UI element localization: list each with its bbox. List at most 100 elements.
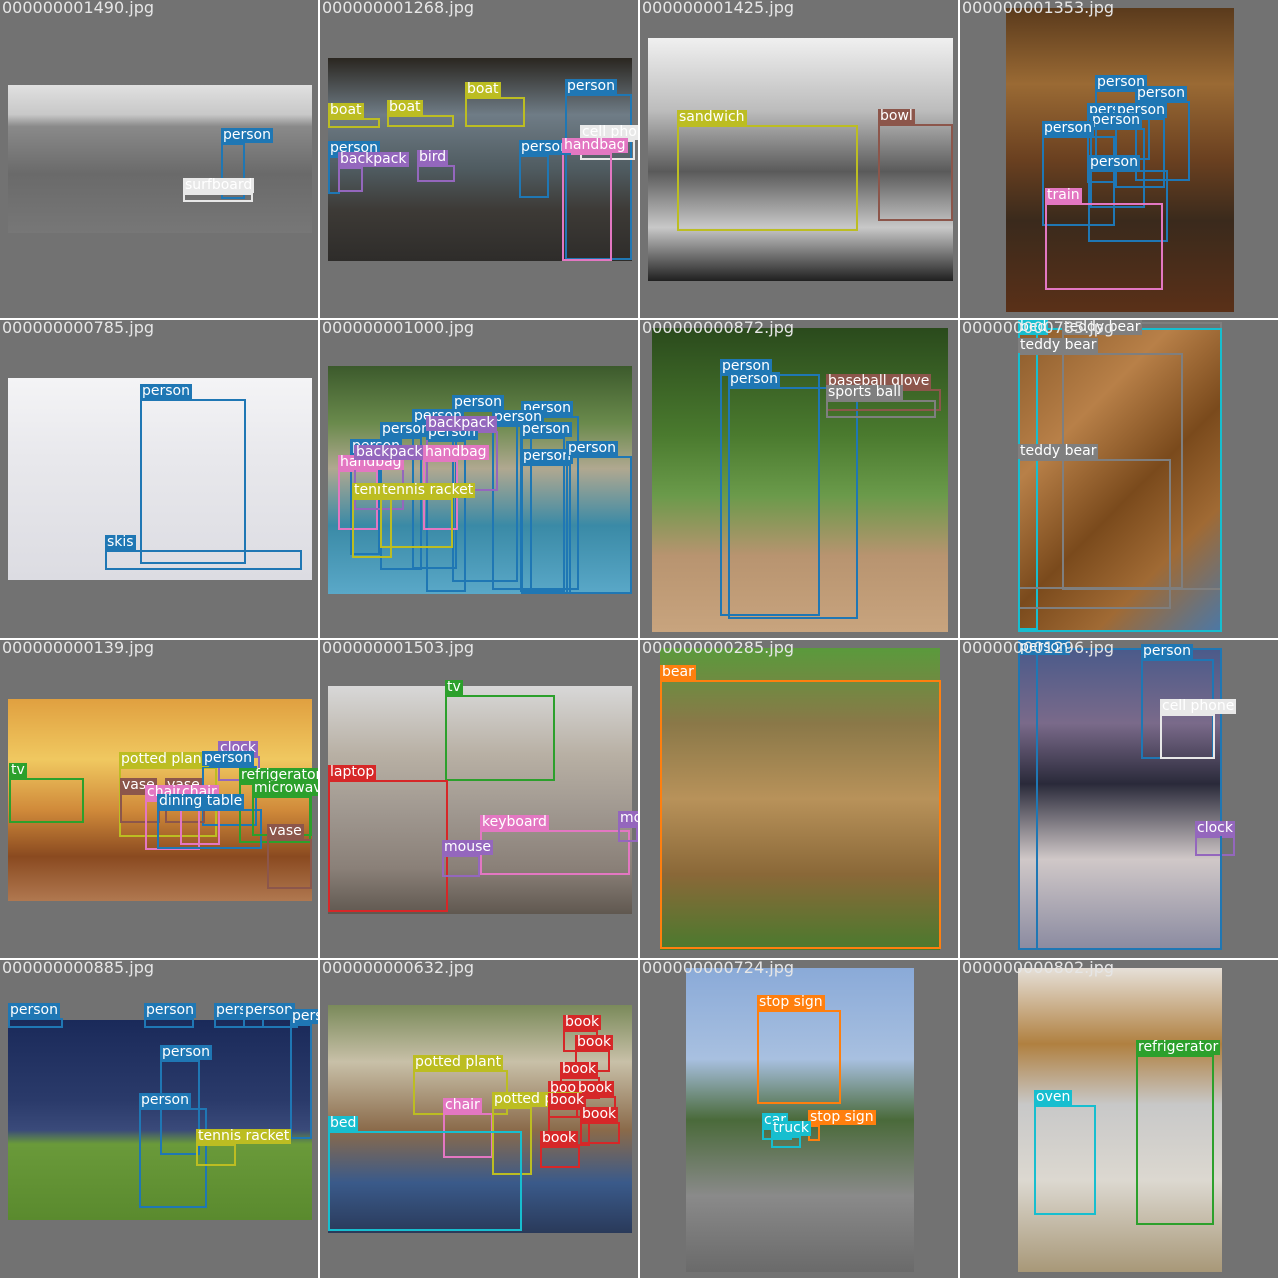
- detection-label: person: [290, 1009, 318, 1024]
- detection-box: [387, 115, 454, 127]
- detection-box: [566, 456, 632, 594]
- detection-label: mouse: [618, 811, 638, 826]
- detection-box: [480, 830, 630, 875]
- detection-label: dining table: [157, 793, 245, 809]
- detection-box: [660, 680, 941, 949]
- detection-label: surfboard: [183, 177, 255, 193]
- detection-label: tennis racket: [196, 1128, 292, 1144]
- image-tile: 000000001000.jpg person person person person…: [320, 320, 638, 638]
- detection-box: [157, 809, 262, 849]
- detection-box: [183, 193, 253, 202]
- detection-box: [1018, 328, 1222, 632]
- detection-label: person: [202, 750, 254, 766]
- detection-label: person: [566, 440, 618, 456]
- detection-label: mouse: [442, 839, 493, 855]
- detection-label: person: [160, 1044, 212, 1060]
- detection-box: [826, 400, 936, 418]
- detection-label: keyboard: [480, 814, 549, 830]
- detection-box: [380, 498, 453, 548]
- detection-box: [519, 155, 549, 198]
- image-tile: 000000001490.jpg person surfboard: [0, 0, 318, 318]
- image-tile: 000000000724.jpg stop sign stop sign car tru…: [640, 960, 958, 1278]
- image-tile: 000000001425.jpg sandwich bowl: [640, 0, 958, 318]
- detection-label: vase: [267, 823, 304, 839]
- detection-label: sports ball: [826, 384, 903, 400]
- image-tile: 000000000285.jpg bear: [640, 640, 958, 958]
- image-tile: 000000000885.jpg person person person person…: [0, 960, 318, 1278]
- detection-box: [465, 97, 525, 127]
- detection-box: [1018, 648, 1222, 950]
- image-tile: 000000000785.jpgbedteddy bearteddy beart…: [960, 320, 1278, 638]
- detection-label: book: [575, 1034, 614, 1050]
- image-tile: 000000001353.jpg person person person person…: [960, 0, 1278, 318]
- detection-label: teddy bear: [1018, 337, 1099, 353]
- detection-box: [140, 399, 246, 564]
- filename-label: 000000000632.jpg: [322, 960, 474, 977]
- detection-label: bed: [328, 1115, 359, 1131]
- filename-label: 000000001425.jpg: [642, 0, 794, 17]
- detection-label: backpack: [354, 444, 425, 460]
- detection-label: person: [1141, 643, 1193, 659]
- detection-box: [757, 1010, 841, 1104]
- detection-label: backpack: [426, 415, 497, 431]
- filename-label: 000000000285.jpg: [642, 640, 794, 657]
- detection-box: [521, 464, 571, 594]
- detection-box: [338, 167, 363, 192]
- detection-label: bird: [417, 149, 449, 165]
- detection-label: boat: [465, 81, 501, 97]
- image-tile: 000000000785.jpg person skis: [0, 320, 318, 638]
- detection-label: refrigerator: [1136, 1039, 1221, 1055]
- detection-box: [562, 153, 612, 261]
- filename-label: 000000000785.jpg: [2, 320, 154, 337]
- detection-box: [417, 165, 455, 182]
- detection-label: oven: [1034, 1089, 1073, 1105]
- detection-box: [144, 1018, 194, 1028]
- detection-box: [878, 124, 953, 221]
- detection-label: person: [221, 127, 273, 143]
- image-tile: 000000001503.jpg tv laptop keyboard mouse mou…: [320, 640, 638, 958]
- detection-label: stop sign: [808, 1109, 876, 1125]
- detection-label: person: [139, 1092, 191, 1108]
- detection-box: [1034, 1105, 1096, 1215]
- image-tile: 000000000872.jpg person person baseball glo…: [640, 320, 958, 638]
- filename-label: 000000001490.jpg: [2, 0, 154, 17]
- detection-box: [1045, 203, 1163, 290]
- detection-box: [328, 1131, 522, 1231]
- filename-label: 000000001268.jpg: [322, 0, 474, 17]
- detection-label: person: [728, 371, 780, 387]
- filename-label: 000000000802.jpg: [962, 960, 1114, 977]
- detection-label: handbag: [562, 137, 628, 153]
- detection-box: [728, 387, 858, 619]
- detection-box: [580, 1122, 620, 1144]
- filename-label: 000000001503.jpg: [322, 640, 474, 657]
- filename-label: 000000001353.jpg: [962, 0, 1114, 17]
- detection-box: [445, 695, 555, 781]
- image-tile: 000000000139.jpg tv potted plant clock perso…: [0, 640, 318, 958]
- image-tile: 000000000632.jpg book book potted plant book…: [320, 960, 638, 1278]
- detection-label: tv: [9, 762, 27, 778]
- detection-box: [442, 855, 480, 877]
- filename-label: 000000001296.jpg: [962, 640, 1114, 657]
- detection-label: person: [1090, 112, 1142, 128]
- filename-label: 000000001000.jpg: [322, 320, 474, 337]
- filename-label: 000000000872.jpg: [642, 320, 794, 337]
- detection-label: cell phone: [1160, 698, 1237, 714]
- detection-label: potted plant: [119, 751, 210, 767]
- filename-label: 000000000724.jpg: [642, 960, 794, 977]
- detection-label: teddy bear: [1018, 443, 1099, 459]
- detection-label: book: [548, 1092, 587, 1108]
- detection-label: person: [1135, 85, 1187, 101]
- detection-label: person: [243, 1002, 295, 1018]
- detection-label: person: [8, 1002, 60, 1018]
- detection-label: stop sign: [757, 994, 825, 1010]
- detection-box: [105, 550, 302, 570]
- filename-label: 000000000139.jpg: [2, 640, 154, 657]
- image-tile: 000000000802.jpg refrigerator oven: [960, 960, 1278, 1278]
- detection-box: [8, 1018, 63, 1028]
- detection-label: truck: [771, 1120, 811, 1136]
- detection-label: person: [565, 78, 617, 94]
- detection-box: [328, 118, 380, 128]
- detection-box: [540, 1146, 580, 1168]
- filename-label: 000000000785.jpg: [962, 320, 1114, 337]
- detection-label: backpack: [338, 151, 409, 167]
